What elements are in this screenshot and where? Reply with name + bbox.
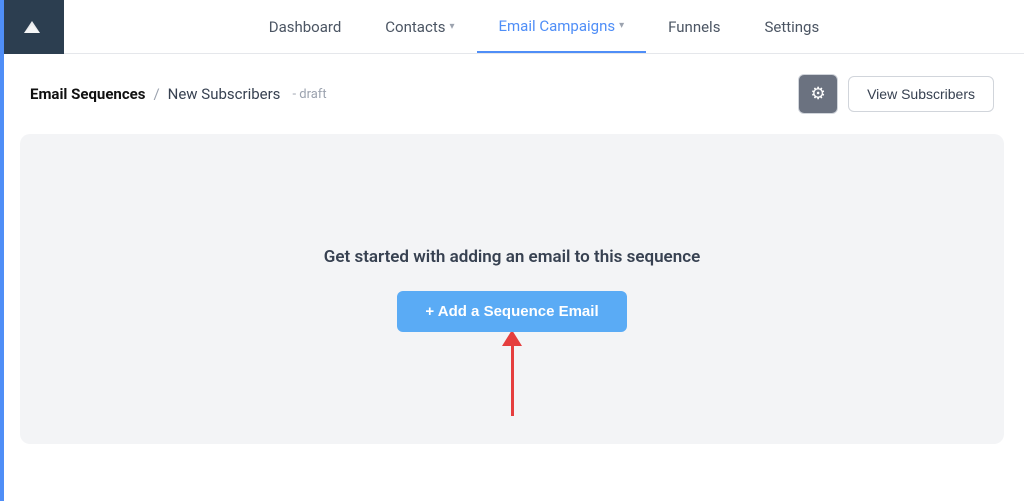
navbar: Dashboard Contacts ▾ Email Campaigns ▾ F… [0, 0, 1024, 54]
view-subscribers-button[interactable]: View Subscribers [848, 76, 994, 112]
nav-label-settings: Settings [764, 18, 819, 36]
nav-label-dashboard: Dashboard [269, 18, 342, 36]
arrow-shaft [511, 346, 514, 416]
main-content: Get started with adding an email to this… [20, 134, 1004, 444]
logo-area [0, 0, 64, 54]
header-actions: ⚙ View Subscribers [798, 74, 994, 114]
contacts-chevron-icon: ▾ [449, 21, 454, 32]
email-campaigns-chevron-icon: ▾ [619, 20, 624, 31]
nav-item-settings[interactable]: Settings [742, 0, 841, 53]
breadcrumb-current: New Subscribers [168, 85, 281, 103]
breadcrumb-separator: / [153, 85, 159, 103]
nav-item-funnels[interactable]: Funnels [646, 0, 742, 53]
nav-label-contacts: Contacts [385, 18, 445, 36]
page-header: Email Sequences / New Subscribers - draf… [0, 54, 1024, 134]
add-sequence-email-button[interactable]: + Add a Sequence Email [397, 291, 626, 332]
arrow-annotation [502, 332, 522, 416]
settings-button[interactable]: ⚙ [798, 74, 838, 114]
logo-icon [16, 11, 48, 43]
arrow-head-icon [502, 330, 522, 346]
breadcrumb-badge: - draft [292, 87, 326, 102]
nav-item-email-campaigns[interactable]: Email Campaigns ▾ [477, 0, 647, 53]
breadcrumb: Email Sequences / New Subscribers - draf… [30, 85, 327, 103]
breadcrumb-link[interactable]: Email Sequences [30, 85, 145, 103]
nav-links: Dashboard Contacts ▾ Email Campaigns ▾ F… [64, 0, 1024, 53]
nav-label-funnels: Funnels [668, 18, 720, 36]
empty-state-message: Get started with adding an email to this… [324, 247, 700, 267]
nav-item-contacts[interactable]: Contacts ▾ [363, 0, 476, 53]
left-accent [0, 0, 4, 501]
nav-item-dashboard[interactable]: Dashboard [247, 0, 364, 53]
gear-icon: ⚙ [810, 84, 825, 104]
nav-label-email-campaigns: Email Campaigns [499, 17, 616, 35]
